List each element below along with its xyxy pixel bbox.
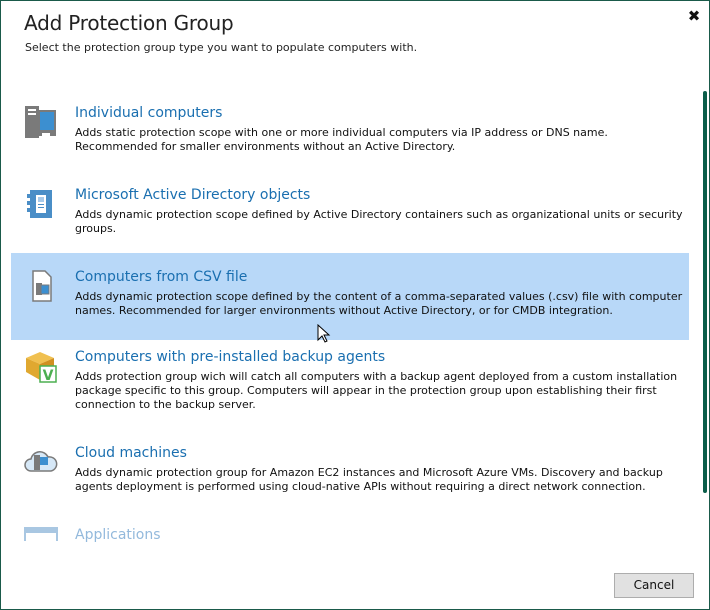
option-description: Adds dynamic protection scope defined by… <box>75 208 683 235</box>
svg-text:V: V <box>43 368 54 384</box>
option-preinstalled-agents[interactable]: V Computers with pre-installed backup ag… <box>11 341 689 437</box>
option-cloud-machines[interactable]: Cloud machines Adds dynamic protection g… <box>11 437 689 517</box>
option-name: Computers from CSV file <box>75 269 248 285</box>
option-description: Adds protection group wich will catch al… <box>75 370 678 411</box>
dialog-title: Add Protection Group <box>24 11 234 35</box>
computer-icon <box>25 106 56 138</box>
csv-file-icon <box>32 270 52 302</box>
application-icon <box>24 527 58 541</box>
mouse-cursor-icon <box>317 324 331 343</box>
option-description: Adds static protection scope with one or… <box>75 126 608 153</box>
cloud-icon <box>24 451 58 472</box>
directory-icon <box>27 190 52 218</box>
package-icon: V <box>26 352 57 384</box>
option-description: Adds dynamic protection scope defined by… <box>75 290 683 317</box>
dialog-subtitle: Select the protection group type you wan… <box>25 41 418 54</box>
scrollbar[interactable] <box>703 91 707 493</box>
option-description: Adds dynamic protection group for Amazon… <box>75 466 663 493</box>
add-protection-group-dialog: Add Protection Group Select the protecti… <box>0 0 710 610</box>
option-individual-computers[interactable]: Individual computers Adds static protect… <box>11 91 689 171</box>
option-active-directory[interactable]: Microsoft Active Directory objects Adds … <box>11 173 689 253</box>
close-icon[interactable]: ✖ <box>686 8 702 24</box>
option-name: Computers with pre-installed backup agen… <box>75 349 386 365</box>
option-name: Cloud machines <box>75 445 187 461</box>
option-name: Applications <box>75 527 161 543</box>
option-applications[interactable]: Applications <box>11 519 689 551</box>
option-csv-file[interactable]: Computers from CSV file Adds dynamic pro… <box>11 253 689 340</box>
option-name: Microsoft Active Directory objects <box>75 187 311 203</box>
option-name: Individual computers <box>75 105 223 121</box>
cancel-button[interactable]: Cancel <box>614 573 694 598</box>
protection-group-type-list: Individual computers Adds static protect… <box>11 91 689 551</box>
